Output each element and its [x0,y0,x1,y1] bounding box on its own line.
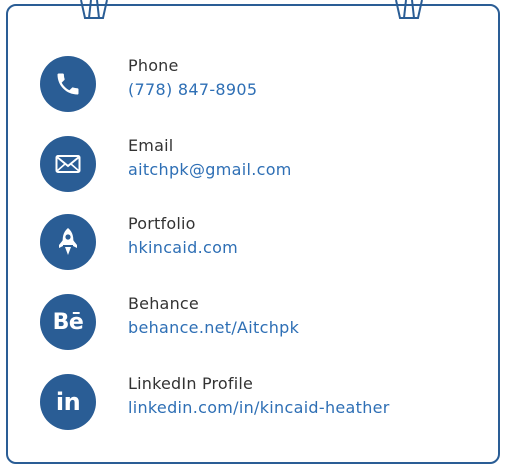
behance-icon-text: Bē [52,309,84,335]
binder-clip-left-icon [78,0,110,20]
contact-label-linkedin: LinkedIn Profile [128,374,254,393]
binder-clip-right-icon [393,0,425,20]
phone-icon[interactable] [40,56,96,112]
email-icon[interactable] [40,136,96,192]
contact-row-linkedin: in LinkedIn Profile linkedin.com/in/kinc… [40,374,480,430]
linkedin-icon[interactable]: in [40,374,96,430]
contact-link-behance[interactable]: behance.net/Aitchpk [128,318,299,337]
contact-link-phone[interactable]: (778) 847-8905 [128,80,257,99]
contact-row-email: Email aitchpk@gmail.com [40,136,480,192]
contact-row-phone: Phone (778) 847-8905 [40,56,480,112]
contact-link-email[interactable]: aitchpk@gmail.com [128,160,292,179]
contact-row-portfolio: Portfolio hkincaid.com [40,214,480,270]
contact-link-portfolio[interactable]: hkincaid.com [128,238,238,257]
contact-label-email: Email [128,136,174,155]
linkedin-icon-text: in [55,388,81,416]
contact-label-phone: Phone [128,56,179,75]
contact-label-portfolio: Portfolio [128,214,196,233]
rocket-icon[interactable] [40,214,96,270]
behance-icon[interactable]: Bē [40,294,96,350]
contact-label-behance: Behance [128,294,199,313]
contact-row-behance: Bē Behance behance.net/Aitchpk [40,294,480,350]
contact-link-linkedin[interactable]: linkedin.com/in/kincaid-heather [128,398,390,417]
